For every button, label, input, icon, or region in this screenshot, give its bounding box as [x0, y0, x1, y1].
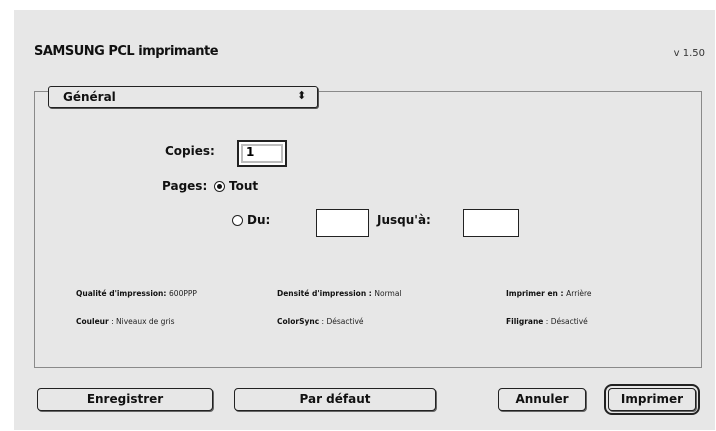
settings-panel: Copies: 1 Pages: Tout Du: Jusqu'à: Quali… [34, 91, 702, 368]
colorsync-info: ColorSync : Désactivé [277, 317, 364, 326]
output-info: Imprimer en : Arrière [506, 289, 592, 298]
defaults-button[interactable]: Par défaut [234, 388, 436, 411]
copies-label: Copies: [165, 144, 215, 158]
save-button[interactable]: Enregistrer [37, 388, 213, 411]
pages-range-radio[interactable] [232, 215, 243, 226]
pages-all-radio[interactable] [214, 181, 225, 192]
copies-value: 1 [246, 145, 255, 159]
panel-popup-menu[interactable]: Général ⬍ [48, 86, 318, 108]
copies-input[interactable]: 1 [237, 140, 287, 167]
version-label: v 1.50 [673, 48, 705, 59]
quality-info: Qualité d'impression: 600PPP [76, 289, 197, 298]
updown-arrows-icon: ⬍ [297, 89, 307, 102]
to-page-input[interactable] [463, 209, 519, 237]
dialog-title: SAMSUNG PCL imprimante [34, 44, 219, 59]
from-page-input[interactable] [316, 209, 369, 237]
pages-all-label: Tout [229, 179, 259, 193]
color-info: Couleur : Niveaux de gris [76, 317, 175, 326]
print-dialog: SAMSUNG PCL imprimante v 1.50 Copies: 1 … [14, 10, 715, 430]
to-label: Jusqu'à: [377, 213, 431, 227]
density-info: Densité d'impression : Normal [277, 289, 402, 298]
popup-selected-label: Général [63, 90, 116, 104]
print-button[interactable]: Imprimer [604, 384, 700, 415]
cancel-button[interactable]: Annuler [498, 388, 586, 411]
pages-label: Pages: [162, 179, 208, 193]
watermark-info: Filigrane : Désactivé [506, 317, 588, 326]
from-label: Du: [247, 213, 271, 227]
